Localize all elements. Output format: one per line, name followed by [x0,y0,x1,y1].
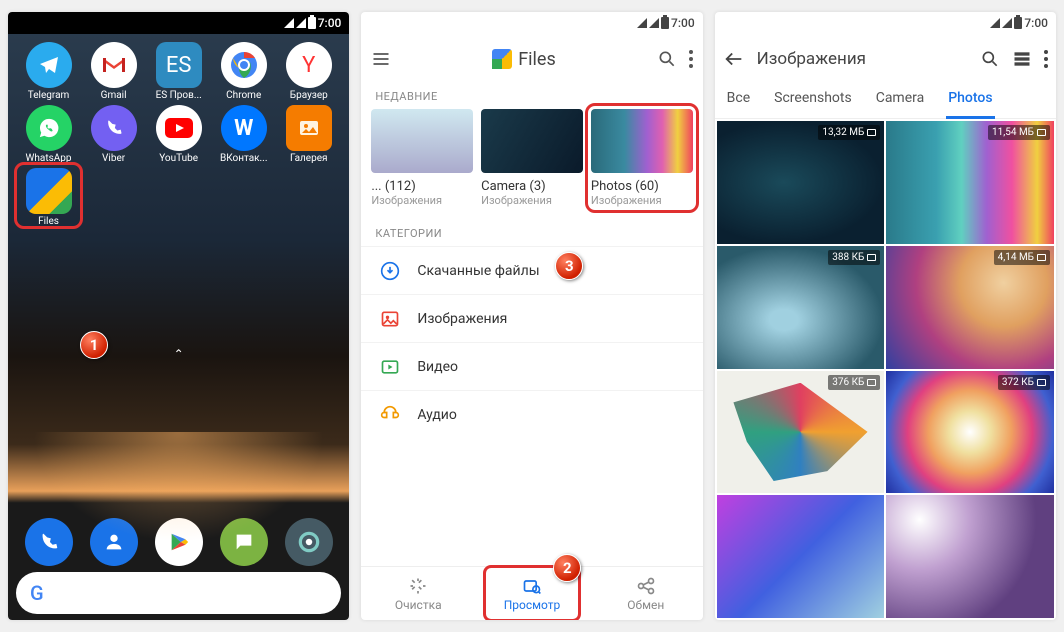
status-bar: 7:00 [361,12,702,34]
recent-card-0[interactable]: ... (112)Изображения [371,109,473,207]
app-viber[interactable]: Viber [81,105,146,164]
image-cell[interactable]: 13,32 МБ [717,121,885,244]
sd-icon [1037,254,1046,261]
image-grid: 13,32 МБ 11,54 МБ 388 КБ 4,14 МБ 376 КБ … [715,119,1056,620]
fav-camera[interactable] [285,518,333,566]
sd-icon [867,254,876,261]
sd-icon [1037,379,1046,386]
video-icon [379,356,401,378]
app-youtube[interactable]: YouTube [146,105,211,164]
app-toolbar: Files [361,34,702,84]
size-badge: 376 КБ [828,375,880,390]
signal-icon [649,18,659,28]
home-screen: Telegram Gmail ESES Пров... Chrome YБрау… [8,34,349,620]
search-icon[interactable] [657,49,677,69]
signal-icon [296,18,306,28]
recent-card-1[interactable]: Camera (3)Изображения [481,109,583,207]
app-whatsapp[interactable]: WhatsApp [16,105,81,164]
wifi-icon [990,18,1000,28]
sd-icon [867,379,876,386]
cat-images[interactable]: Изображения [361,294,702,342]
size-badge: 13,32 МБ [818,125,880,140]
nav-clean[interactable]: Очистка [361,567,475,620]
image-cell[interactable]: 376 КБ [717,371,885,494]
signal-icon [1002,18,1012,28]
image-cell[interactable]: 372 КБ [886,371,1054,494]
tab-photos[interactable]: Photos [946,84,994,119]
size-badge: 11,54 МБ [988,125,1050,140]
image-cell[interactable] [717,495,885,618]
view-icon[interactable] [1012,49,1032,69]
google-search-bar[interactable]: G [16,572,341,614]
size-badge: 372 КБ [998,375,1050,390]
category-list: Скачанные файлы Изображения Видео Аудио [361,246,702,438]
cat-videos[interactable]: Видео [361,342,702,390]
favorites-bar [8,518,349,566]
recent-card-photos[interactable]: Photos (60)Изображения [591,109,693,207]
image-cell[interactable]: 4,14 МБ [886,246,1054,369]
phone-gallery: 7:00 Изображения Все Screenshots Camera … [715,12,1056,620]
app-files[interactable]: Files [16,168,81,227]
recent-row: ... (112)Изображения Camera (3)Изображен… [361,109,702,221]
app-vk[interactable]: WВКонтак... [211,105,276,164]
tab-screenshots[interactable]: Screenshots [772,84,854,112]
status-bar: 7:00 [8,12,349,34]
app-gmail[interactable]: Gmail [81,42,146,101]
tab-camera[interactable]: Camera [874,84,927,112]
phone-home: 7:00 Telegram Gmail ESES Пров... Chrome … [8,12,349,620]
app-esexplorer[interactable]: ESES Пров... [146,42,211,101]
cat-downloads[interactable]: Скачанные файлы [361,246,702,294]
sd-icon [1037,129,1046,136]
nav-share[interactable]: Обмен [589,567,703,620]
app-gallery[interactable]: Галерея [276,105,341,164]
wifi-icon [284,18,294,28]
app-drawer-caret-icon[interactable]: ⌃ [8,347,349,361]
wifi-icon [637,18,647,28]
screen-title: Изображения [757,49,968,69]
clock: 7:00 [318,16,342,30]
more-icon[interactable] [1044,50,1048,68]
app-grid: Telegram Gmail ESES Пров... Chrome YБрау… [8,34,349,227]
image-cell[interactable]: 11,54 МБ [886,121,1054,244]
audio-icon [379,404,401,426]
image-icon [379,308,401,330]
annotation-badge-1: 1 [80,331,108,359]
bottom-nav: Очистка Просмотр Обмен [361,566,702,620]
app-telegram[interactable]: Telegram [16,42,81,101]
app-chrome[interactable]: Chrome [211,42,276,101]
search-icon[interactable] [980,49,1000,69]
categories-header: КАТЕГОРИИ [361,221,702,246]
google-logo: G [30,581,44,605]
tabs: Все Screenshots Camera Photos [715,84,1056,119]
battery-icon [661,17,669,29]
back-icon[interactable] [723,48,745,70]
size-badge: 388 КБ [828,250,880,265]
cat-audio[interactable]: Аудио [361,390,702,438]
fav-messages[interactable] [220,518,268,566]
status-bar: 7:00 [715,12,1056,34]
phone-files-app: 7:00 Files НЕДАВНИЕ ... (112)Изображения… [361,12,702,620]
more-icon[interactable] [689,50,693,68]
tab-all[interactable]: Все [725,84,752,112]
gallery-toolbar: Изображения [715,34,1056,84]
clock: 7:00 [671,16,695,30]
app-title: Files [403,49,644,70]
battery-icon [1014,17,1022,29]
fav-contacts[interactable] [90,518,138,566]
image-cell[interactable]: 388 КБ [717,246,885,369]
image-cell[interactable] [886,495,1054,618]
files-logo-icon [492,49,512,69]
fav-phone[interactable] [25,518,73,566]
size-badge: 4,14 МБ [994,250,1050,265]
download-icon [379,260,401,282]
sd-icon [867,129,876,136]
battery-icon [308,17,316,29]
hamburger-icon[interactable] [371,49,391,69]
app-yandex[interactable]: YБраузер [276,42,341,101]
fav-playstore[interactable] [155,518,203,566]
clock: 7:00 [1024,16,1048,30]
